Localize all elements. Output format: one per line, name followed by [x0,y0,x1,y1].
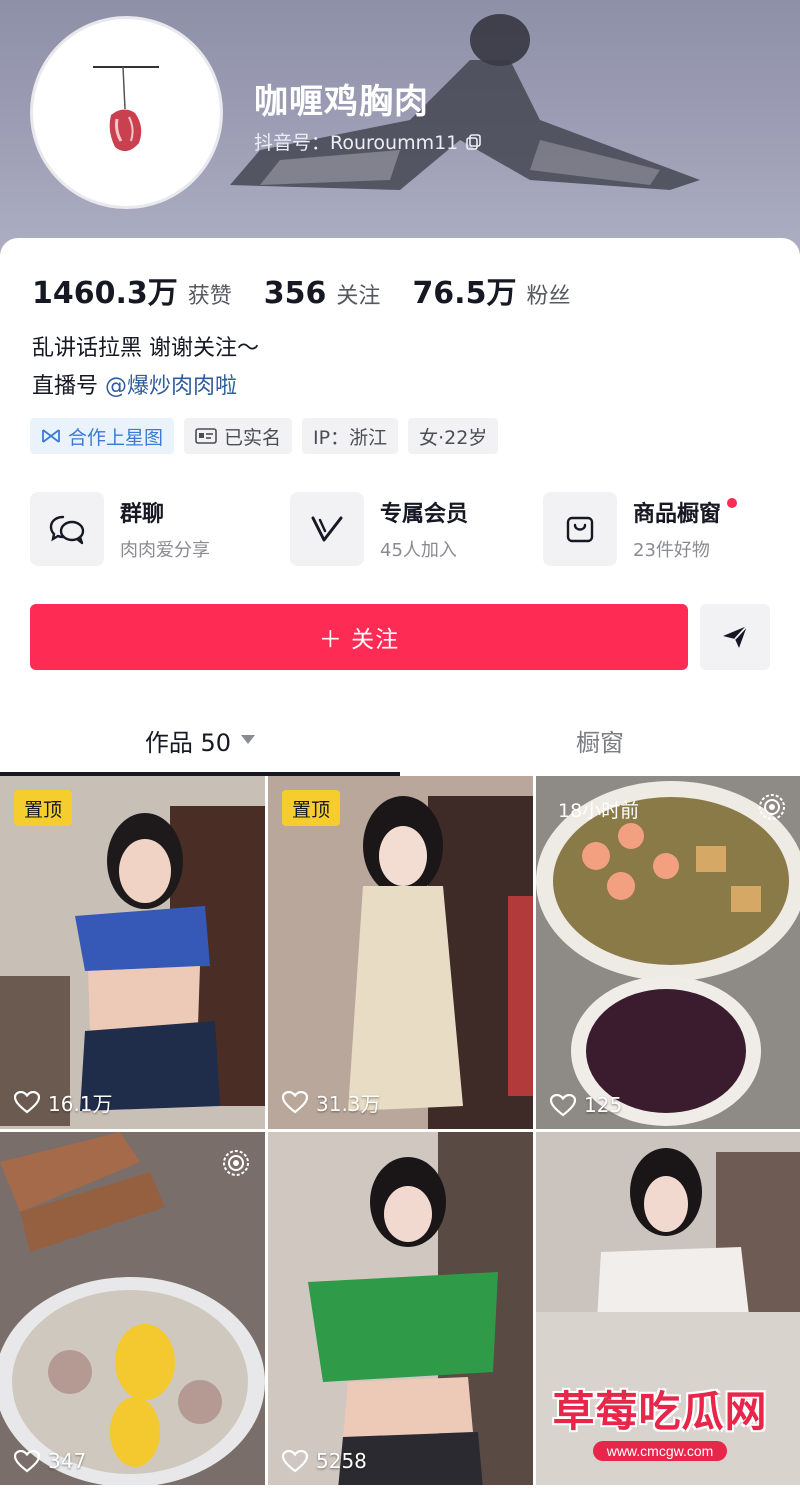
id-card-icon [195,428,217,444]
like-count-value: 16.1万 [48,1092,113,1116]
video-cover-image [268,776,533,1129]
live-icon [223,1150,249,1176]
service-group-chat[interactable]: 群聊 肉肉爱分享 [30,492,210,566]
service-shop-window[interactable]: 商品橱窗 23件好物 [543,492,738,566]
pinned-badge: 置顶 [14,790,73,826]
share-button[interactable] [700,604,770,670]
pinned-badge: 置顶 [282,790,341,826]
video-cover-image [268,1132,533,1485]
tag-gender-age: 女·22岁 [408,418,499,454]
notification-dot [727,498,738,508]
service-membership-subtitle: 45人加入 [380,540,457,561]
heart-icon [14,1091,40,1114]
stat-followers[interactable]: 76.5万 粉丝 [412,268,570,312]
heart-icon [550,1093,576,1116]
star-map-icon [42,429,60,443]
stat-likes: 1460.3万 获赞 [32,268,232,312]
posted-time: 18小时前 [558,800,640,822]
follow-button[interactable]: ＋ 关注 [30,604,688,670]
nickname: 咖喱鸡胸肉 [254,82,429,122]
service-shop-window-title: 商品橱窗 [633,502,722,527]
service-group-chat-subtitle: 肉肉爱分享 [120,540,210,561]
video-cover-image [0,776,265,1129]
chat-bubbles-icon [30,492,104,566]
stat-followers-value: 76.5万 [412,276,517,311]
tag-row: 合作上星图 已实名 IP：浙江 女·22岁 [30,418,499,454]
tag-star-map-label: 合作上星图 [68,426,164,449]
like-count: 125 [550,1093,622,1117]
tab-works[interactable]: 作品 50 [0,708,400,772]
tab-works-label: 作品 50 [144,728,232,757]
tag-verified-label: 已实名 [224,426,282,449]
like-count-value: 31.3万 [316,1092,381,1116]
video-thumbnail[interactable]: 置顶 16.1万 [0,776,265,1129]
content-tabs: 作品 50 橱窗 [0,708,800,776]
douyin-id-text: 抖音号：Rouroumm11 [254,132,459,154]
watermark-url: www.cmcgw.com [592,1441,728,1461]
douyin-id: 抖音号：Rouroumm11 [254,128,482,155]
tag-gender-age-label: 女·22岁 [419,426,488,449]
services-row: 群聊 肉肉爱分享 专属会员 45人加入 商品橱窗 23件好物 [30,492,770,566]
like-count-value: 125 [584,1093,623,1117]
profile-banner: 咖喱鸡胸肉 抖音号：Rouroumm11 [0,0,800,270]
tag-star-map[interactable]: 合作上星图 [30,418,175,454]
stat-following-value: 356 [263,276,327,311]
bio: 乱讲话拉黑 谢谢关注～ 直播号 @爆炒肉肉啦 [32,330,259,406]
video-thumbnail[interactable]: 置顶 31.3万 [268,776,533,1129]
service-membership-title: 专属会员 [380,502,469,527]
like-count: 31.3万 [282,1088,381,1117]
stat-following[interactable]: 356 关注 [264,276,381,311]
video-cover-image [536,776,800,1129]
stat-followers-label: 粉丝 [526,284,571,309]
live-account-link[interactable]: @爆炒肉肉啦 [105,374,237,399]
tab-showcase[interactable]: 橱窗 [400,708,800,772]
stat-likes-label: 获赞 [187,284,232,309]
site-watermark: 草莓吃瓜网 www.cmcgw.com [540,1378,780,1466]
video-cover-image [0,1132,265,1485]
live-icon [759,794,785,820]
v-badge-icon [290,492,364,566]
service-group-chat-title: 群聊 [120,502,165,527]
watermark-title: 草莓吃瓜网 [552,1387,768,1436]
heart-icon [14,1449,40,1472]
heart-icon [282,1449,308,1472]
stat-following-label: 关注 [336,284,381,309]
service-membership[interactable]: 专属会员 45人加入 [290,492,468,566]
like-count: 5258 [282,1449,367,1473]
like-count-value: 347 [48,1449,87,1473]
caret-down-icon[interactable] [241,735,256,745]
like-count-value: 5258 [316,1449,367,1473]
video-thumbnail[interactable]: 5258 [268,1132,533,1485]
bio-live-prefix: 直播号 [32,374,105,399]
tag-ip-label: IP：浙江 [313,426,388,449]
tab-showcase-label: 橱窗 [576,728,624,757]
copy-icon[interactable] [466,133,482,150]
like-count: 347 [14,1449,86,1473]
bio-line-2: 直播号 @爆炒肉肉啦 [32,368,259,406]
bio-line-1: 乱讲话拉黑 谢谢关注～ [32,336,259,361]
like-count: 16.1万 [14,1088,113,1117]
tag-ip: IP：浙江 [302,418,399,454]
stat-likes-value: 1460.3万 [32,276,178,311]
stats-row: 1460.3万 获赞 356 关注 76.5万 粉丝 [32,268,602,312]
tag-verified: 已实名 [184,418,293,454]
service-shop-window-subtitle: 23件好物 [633,540,710,561]
avatar[interactable] [30,16,223,209]
heart-icon [282,1091,308,1114]
shopping-bag-icon [543,492,617,566]
video-thumbnail[interactable]: 347 [0,1132,265,1485]
video-thumbnail[interactable]: 18小时前 125 [536,776,800,1129]
send-arrow-icon [723,625,748,648]
meat-hook-avatar [93,66,159,152]
